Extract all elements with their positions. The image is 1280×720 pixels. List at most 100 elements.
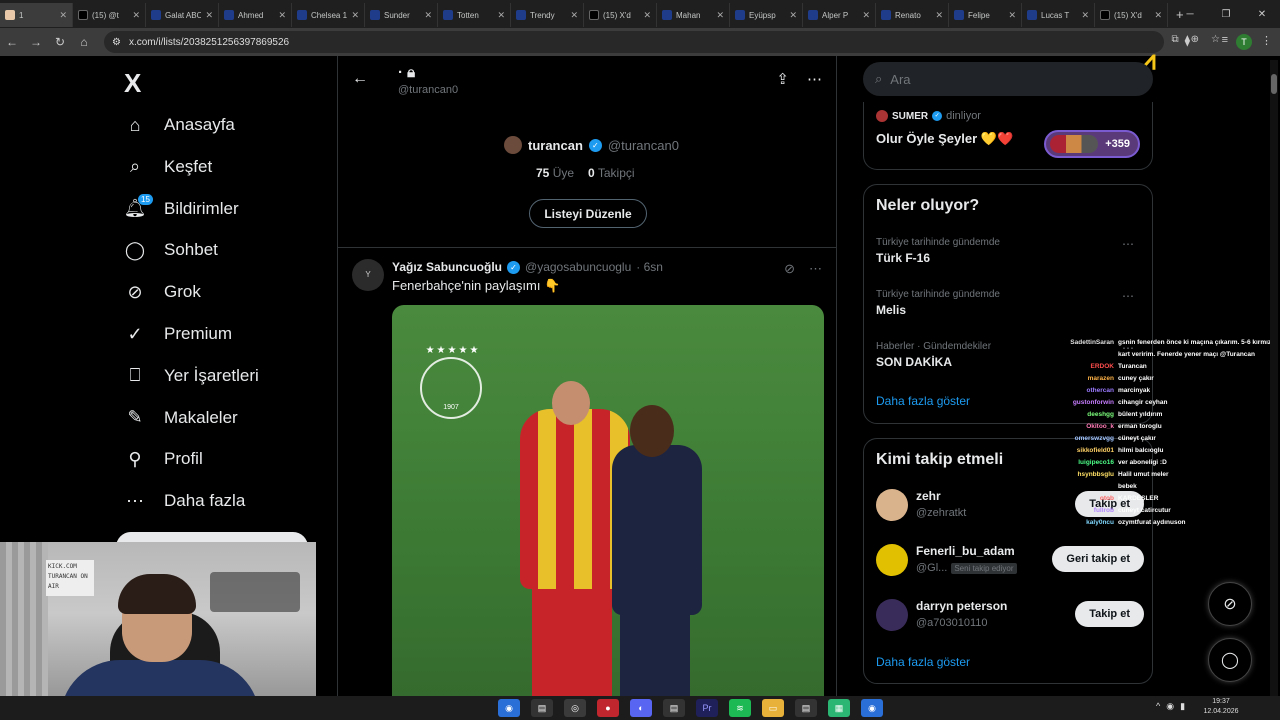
recorder-icon[interactable]: ● bbox=[597, 699, 619, 717]
close-tab-icon[interactable]: ✕ bbox=[862, 10, 870, 21]
trend-more-icon[interactable]: ⋯ bbox=[1122, 289, 1134, 303]
sidebar-item-search[interactable]: ⌕ Keşfet bbox=[124, 156, 212, 178]
browser-tab[interactable]: Alper P ✕ bbox=[803, 3, 876, 27]
chrome-icon[interactable]: ◉ bbox=[498, 699, 520, 717]
user-avatar[interactable] bbox=[876, 489, 908, 521]
live-space-card[interactable]: SUMER ✓ dinliyor Olur Öyle Şeyler 💛❤️ +3… bbox=[863, 102, 1153, 170]
sidebar-item-more[interactable]: ⋯ Daha fazla bbox=[124, 490, 245, 512]
sidebar-item-bookmark[interactable]: ⎕ Yer İşaretleri bbox=[124, 365, 259, 387]
app-icon[interactable]: ▤ bbox=[795, 699, 817, 717]
browser-tab[interactable]: Mahan ✕ bbox=[657, 3, 730, 27]
close-tab-icon[interactable]: ✕ bbox=[1008, 10, 1016, 21]
app-icon[interactable]: ▤ bbox=[663, 699, 685, 717]
site-info-icon[interactable]: ⚙ bbox=[112, 37, 121, 48]
close-tab-icon[interactable]: ✕ bbox=[1154, 10, 1162, 21]
sidebar-item-article[interactable]: ✎ Makaleler bbox=[124, 407, 237, 429]
trend-more-icon[interactable]: ⋯ bbox=[1122, 237, 1134, 251]
browser-tab[interactable]: Renato ✕ bbox=[876, 3, 949, 27]
follow-suggestion[interactable]: darryn peterson @a703010110 Takip et bbox=[876, 597, 1146, 637]
url-input[interactable]: ⚙ x.com/i/lists/2038251256397869526 bbox=[104, 31, 1164, 53]
discord-icon[interactable]: ◐ bbox=[630, 699, 652, 717]
grok-fab[interactable]: ⊘ bbox=[1208, 582, 1252, 626]
members-stat[interactable]: 75 Üye bbox=[536, 166, 574, 180]
sidebar-item-person[interactable]: ⚲ Profil bbox=[124, 448, 202, 470]
sidepanel-icon[interactable]: ≡ bbox=[1222, 34, 1228, 46]
browser-tab[interactable]: (15) X'd ✕ bbox=[1095, 3, 1168, 27]
sidebar-item-chat[interactable]: ◯ Sohbet bbox=[124, 239, 218, 261]
folder-icon[interactable]: ▭ bbox=[762, 699, 784, 717]
close-tab-icon[interactable]: ✕ bbox=[570, 10, 578, 21]
extensions-icon[interactable]: ⧫ bbox=[1185, 34, 1190, 47]
browser-tab[interactable]: 1 ✕ bbox=[0, 3, 73, 27]
trends-show-more[interactable]: Daha fazla göster bbox=[876, 394, 970, 408]
sidebar-item-verified[interactable]: ✓ Premium bbox=[124, 323, 232, 345]
back-icon[interactable]: ← bbox=[0, 35, 24, 49]
tweet-time[interactable]: · 6sn bbox=[636, 260, 663, 274]
close-tab-icon[interactable]: ✕ bbox=[205, 10, 213, 21]
share-icon[interactable]: ⇪ bbox=[776, 70, 789, 88]
browser-tab[interactable]: Felipe ✕ bbox=[949, 3, 1022, 27]
zoom-icon[interactable]: ⊕ bbox=[1191, 34, 1199, 45]
close-tab-icon[interactable]: ✕ bbox=[789, 10, 797, 21]
follow-button[interactable]: Takip et bbox=[1075, 601, 1144, 627]
sidebar-item-grok[interactable]: ⊘ Grok bbox=[124, 281, 200, 303]
close-tab-icon[interactable]: ✕ bbox=[351, 10, 359, 21]
more-options-icon[interactable]: ⋯ bbox=[807, 70, 822, 88]
follow-suggestion[interactable]: Fenerli_bu_adam @Gl... Seni takip ediyor Ge… bbox=[876, 542, 1146, 582]
tweet-author-handle[interactable]: @yagosabuncuoglu bbox=[525, 260, 631, 274]
browser-tab[interactable]: Galat ABONE..✕ bbox=[146, 3, 219, 27]
tweet-media[interactable]: ★★★★★ 1907 bbox=[392, 305, 824, 696]
back-arrow-icon[interactable]: ← bbox=[352, 70, 368, 88]
install-icon[interactable]: ⧉ bbox=[1172, 34, 1179, 45]
close-tab-icon[interactable]: ✕ bbox=[643, 10, 651, 21]
close-tab-icon[interactable]: ✕ bbox=[278, 10, 286, 21]
close-tab-icon[interactable]: ✕ bbox=[497, 10, 505, 21]
search-input[interactable]: ⌕ Ara bbox=[863, 62, 1153, 96]
user-name[interactable]: zehr bbox=[916, 489, 941, 503]
premiere-icon[interactable]: Pr bbox=[696, 699, 718, 717]
close-tab-icon[interactable]: ✕ bbox=[935, 10, 943, 21]
close-tab-icon[interactable]: ✕ bbox=[424, 10, 432, 21]
app-icon[interactable]: ▤ bbox=[531, 699, 553, 717]
chevron-up-icon[interactable]: ^ bbox=[1156, 701, 1160, 712]
list-owner[interactable]: turancan ✓ @turancan0 bbox=[504, 136, 679, 154]
trend-item[interactable]: Türkiye tarihinde gündemde Türk F-16 ⋯ bbox=[876, 237, 1142, 265]
scrollbar-thumb[interactable] bbox=[1271, 74, 1277, 94]
close-tab-icon[interactable]: ✕ bbox=[132, 10, 140, 21]
grok-icon[interactable]: ⊘ bbox=[784, 261, 795, 277]
obs-icon[interactable]: ◎ bbox=[564, 699, 586, 717]
mic-icon[interactable]: ▮ bbox=[1180, 701, 1185, 712]
close-tab-icon[interactable]: ✕ bbox=[1081, 10, 1089, 21]
scrollbar[interactable] bbox=[1270, 60, 1278, 696]
browser-menu-icon[interactable]: ⋮ bbox=[1261, 34, 1272, 47]
followers-stat[interactable]: 0 Takipçi bbox=[588, 166, 635, 180]
x-logo[interactable]: X bbox=[124, 68, 141, 99]
sidebar-item-home[interactable]: ⌂ Anasayfa bbox=[124, 114, 235, 136]
browser-tab[interactable]: Lucas T ✕ bbox=[1022, 3, 1095, 27]
space-listeners-pill[interactable]: +359 bbox=[1044, 130, 1140, 158]
minimize-icon[interactable]: ─ bbox=[1172, 9, 1208, 20]
user-name[interactable]: Fenerli_bu_adam bbox=[916, 544, 1015, 558]
clock[interactable]: 19:37 12.04.2026 bbox=[1196, 697, 1246, 717]
follow-show-more[interactable]: Daha fazla göster bbox=[876, 655, 970, 669]
forward-icon[interactable]: → bbox=[24, 35, 48, 49]
browser-tab[interactable]: Chelsea 10 ✕ bbox=[292, 3, 365, 27]
edit-list-button[interactable]: Listeyi Düzenle bbox=[529, 199, 647, 228]
user-name[interactable]: darryn peterson bbox=[916, 599, 1007, 613]
restore-icon[interactable]: ❐ bbox=[1208, 9, 1244, 20]
tweet-author-name[interactable]: Yağız Sabuncuoğlu bbox=[392, 260, 502, 274]
browser-tab[interactable]: Totten ✕ bbox=[438, 3, 511, 27]
tweet-more-icon[interactable]: ⋯ bbox=[809, 261, 822, 277]
browser-tab[interactable]: Ahmed ✕ bbox=[219, 3, 292, 27]
browser-tab[interactable]: (15) X'd ✕ bbox=[584, 3, 657, 27]
browser-tab[interactable]: (15) @t ✕ bbox=[73, 3, 146, 27]
network-icon[interactable]: ◉ bbox=[1166, 701, 1174, 712]
home-browser-icon[interactable]: ⌂ bbox=[72, 35, 96, 49]
browser-tab[interactable]: Eyüpsp ✕ bbox=[730, 3, 803, 27]
user-avatar[interactable] bbox=[876, 599, 908, 631]
bookmark-star-icon[interactable]: ☆ bbox=[1211, 34, 1220, 45]
close-tab-icon[interactable]: ✕ bbox=[716, 10, 724, 21]
chrome-icon[interactable]: ◉ bbox=[861, 699, 883, 717]
spotify-icon[interactable]: ≋ bbox=[729, 699, 751, 717]
reload-icon[interactable]: ↻ bbox=[48, 35, 72, 49]
